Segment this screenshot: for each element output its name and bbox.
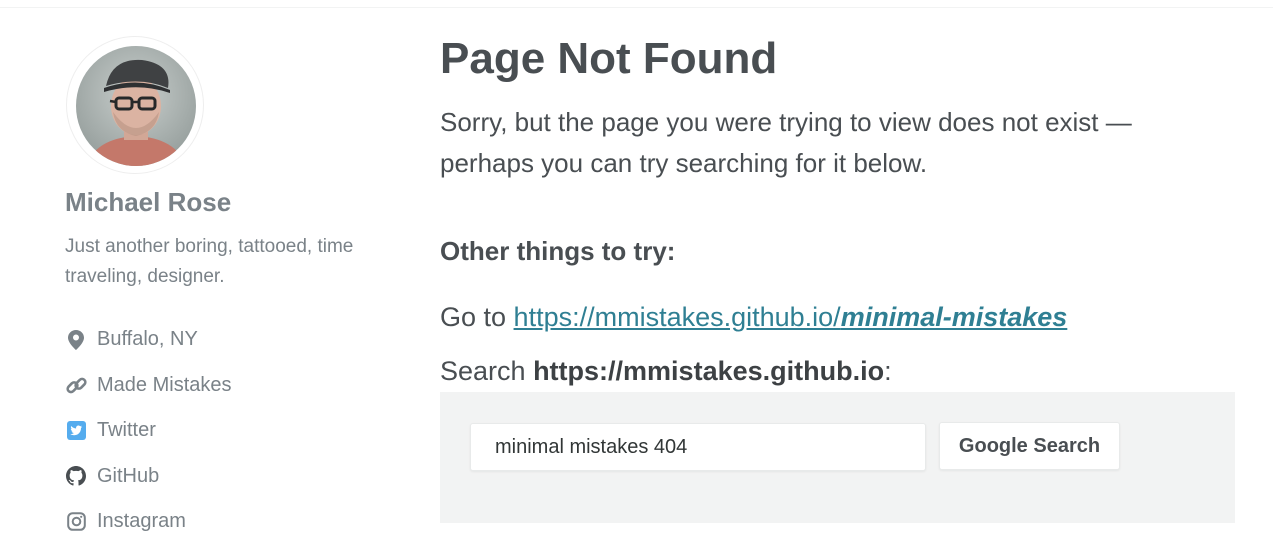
author-link-website[interactable]: Made Mistakes — [65, 363, 232, 409]
home-link-base: https://mmistakes.github.io/ — [513, 302, 841, 332]
search-site: https://mmistakes.github.io — [533, 356, 885, 386]
goto-prefix: Go to — [440, 302, 514, 332]
location-label: Buffalo, NY — [97, 328, 198, 351]
lead-paragraph: Sorry, but the page you were trying to v… — [440, 107, 1132, 178]
author-link-twitter[interactable]: Twitter — [65, 408, 232, 454]
twitter-icon — [65, 420, 87, 442]
website-label: Made Mistakes — [97, 373, 232, 396]
page-title: Page Not Found — [440, 34, 778, 83]
twitter-label: Twitter — [97, 419, 156, 442]
github-label: GitHub — [97, 464, 160, 487]
avatar-frame — [66, 36, 204, 174]
avatar-image — [76, 46, 196, 166]
other-things-heading: Other things to try: — [440, 236, 676, 266]
author-bio: Just another boring, tattooed, time trav… — [65, 236, 354, 287]
avatar — [76, 46, 196, 166]
github-icon — [65, 465, 87, 487]
instagram-icon — [65, 511, 87, 533]
map-marker-icon — [65, 329, 87, 351]
google-search-button[interactable]: Google Search — [939, 422, 1120, 470]
search-input[interactable] — [470, 423, 926, 471]
home-link-bold: minimal-mistakes — [840, 302, 1068, 332]
author-link-instagram[interactable]: Instagram — [65, 499, 232, 545]
search-prefix: Search — [440, 356, 534, 386]
link-icon — [65, 374, 87, 396]
author-link-github[interactable]: GitHub — [65, 454, 232, 500]
google-search-form: Google Search — [440, 392, 1235, 523]
goto-line: Go to https://mmistakes.github.io/minima… — [440, 302, 1067, 333]
author-name: Michael Rose — [65, 187, 232, 217]
top-divider — [0, 7, 1273, 8]
author-link-location[interactable]: Buffalo, NY — [65, 317, 232, 363]
search-line: Search https://mmistakes.github.io: — [440, 356, 892, 387]
home-link[interactable]: https://mmistakes.github.io/minimal-mist… — [514, 302, 1068, 332]
author-links: Buffalo, NY Made Mistakes Twitter GitHub… — [65, 317, 232, 545]
search-suffix: : — [884, 356, 892, 386]
instagram-label: Instagram — [97, 510, 186, 533]
